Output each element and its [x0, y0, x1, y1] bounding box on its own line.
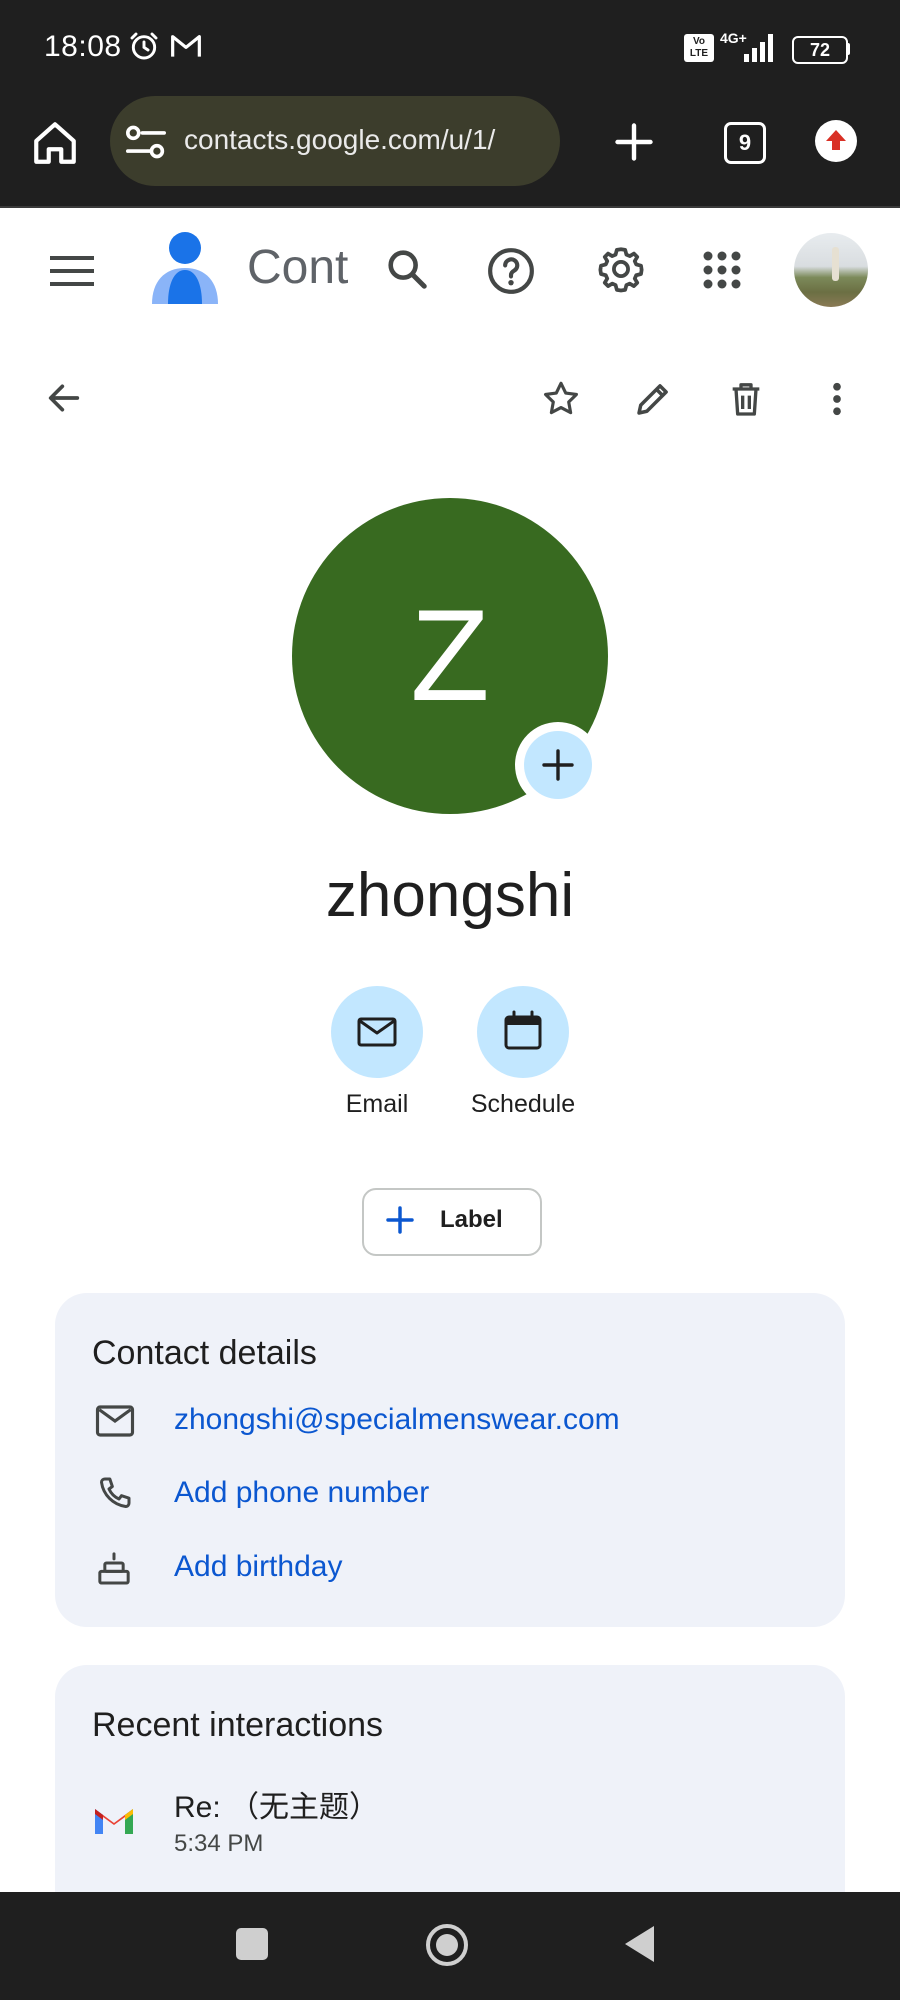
settings-icon[interactable] — [596, 244, 646, 294]
edit-icon[interactable] — [632, 378, 674, 420]
tabs-icon[interactable]: 9 — [724, 122, 766, 164]
alarm-icon — [130, 32, 158, 60]
battery-tip — [846, 43, 850, 55]
update-icon[interactable] — [815, 120, 857, 162]
add-birthday-link[interactable]: Add birthday — [174, 1550, 342, 1584]
avatar-figure — [832, 247, 839, 281]
plus-icon — [386, 1206, 414, 1234]
add-photo-circle[interactable] — [524, 731, 592, 799]
calendar-icon — [504, 1010, 542, 1050]
email-action-label[interactable]: Email — [297, 1090, 457, 1119]
email-action-button[interactable] — [331, 986, 423, 1078]
status-time: 18:08 — [44, 30, 122, 63]
contact-initial: Z — [410, 582, 490, 728]
more-vert-icon[interactable] — [822, 378, 852, 420]
delete-icon[interactable] — [726, 378, 766, 420]
update-arrow-icon — [826, 130, 846, 150]
new-tab-icon[interactable] — [612, 120, 656, 164]
home-icon[interactable] — [30, 118, 80, 168]
add-label-text[interactable]: Label — [440, 1206, 503, 1234]
back-nav-button[interactable] — [622, 1924, 658, 1964]
cake-icon — [98, 1552, 130, 1585]
add-phone-link[interactable]: Add phone number — [174, 1476, 429, 1510]
battery-icon: 72 — [792, 36, 848, 64]
gmail-notification-icon — [171, 35, 201, 57]
schedule-action-button[interactable] — [477, 986, 569, 1078]
apps-icon[interactable] — [702, 250, 742, 290]
contact-name: zhongshi — [325, 861, 575, 930]
email-row-icon — [95, 1405, 135, 1437]
phone-icon — [100, 1477, 131, 1508]
recent-interactions-title: Recent interactions — [92, 1706, 384, 1744]
schedule-action-label[interactable]: Schedule — [443, 1090, 603, 1119]
interaction-time: 5:34 PM — [174, 1830, 264, 1857]
help-icon[interactable] — [486, 246, 536, 296]
recents-nav-button[interactable] — [236, 1928, 268, 1960]
signal-icon — [744, 34, 773, 62]
back-arrow-icon[interactable] — [44, 378, 84, 418]
mail-icon — [357, 1017, 397, 1047]
site-settings-icon[interactable] — [124, 122, 168, 162]
contact-details-title: Contact details — [92, 1334, 317, 1372]
search-icon[interactable] — [384, 246, 430, 292]
interaction-subject[interactable]: Re: （无主题） — [174, 1782, 379, 1826]
status-bar: 18:08 Vo LTE 4G+ 72 — [0, 0, 900, 96]
url-text[interactable]: contacts.google.com/u/1/ — [184, 124, 495, 156]
gmail-icon — [95, 1809, 133, 1834]
contact-email-link[interactable]: zhongshi@specialmenswear.com — [174, 1403, 620, 1437]
menu-icon[interactable] — [50, 254, 96, 288]
contacts-logo-icon[interactable] — [150, 230, 220, 308]
star-icon[interactable] — [540, 378, 582, 420]
app-title: Cont — [247, 241, 349, 294]
plus-icon — [542, 749, 574, 781]
account-avatar[interactable] — [794, 233, 868, 307]
volte-icon: Vo LTE — [684, 34, 714, 62]
home-nav-button[interactable] — [424, 1922, 470, 1968]
